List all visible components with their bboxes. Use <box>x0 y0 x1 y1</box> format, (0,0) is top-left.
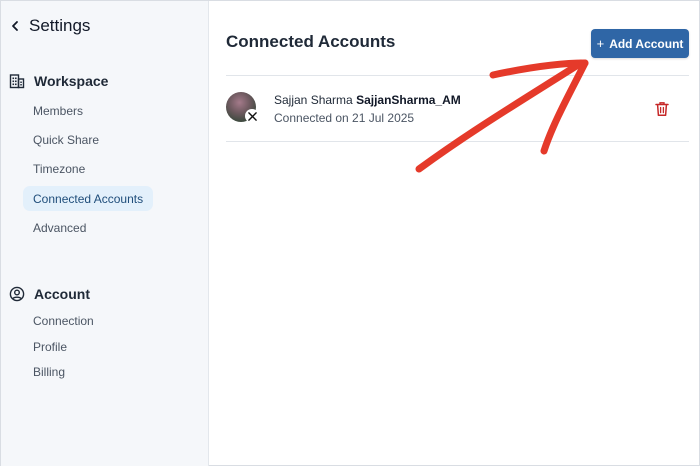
sidebar-item-billing[interactable]: Billing <box>23 359 75 384</box>
page-title: Connected Accounts <box>226 32 396 51</box>
x-logo-icon <box>245 109 259 123</box>
sidebar-item-timezone[interactable]: Timezone <box>23 156 95 181</box>
account-handle: SajjanSharma_AM <box>356 93 461 107</box>
account-name: Sajjan Sharma <box>274 93 353 107</box>
account-name-line: Sajjan Sharma SajjanSharma_AM <box>274 93 461 107</box>
sidebar-item-quick-share[interactable]: Quick Share <box>23 127 109 152</box>
main-panel: Connected Accounts + Add Account Sajjan … <box>209 1 700 466</box>
sidebar-title: Settings <box>29 16 91 35</box>
trash-icon[interactable] <box>655 101 669 117</box>
header-divider <box>226 75 689 76</box>
section-label-account: Account <box>34 286 90 302</box>
chevron-left-icon[interactable] <box>11 19 21 33</box>
sidebar-item-members[interactable]: Members <box>23 98 93 123</box>
section-label-workspace: Workspace <box>34 73 109 89</box>
sidebar-header: Settings <box>11 14 90 38</box>
section-workspace: Workspace <box>9 73 108 89</box>
account-connected-date: Connected on 21 Jul 2025 <box>274 111 415 125</box>
sidebar-item-connected-accounts[interactable]: Connected Accounts <box>23 186 154 211</box>
plus-icon: + <box>596 36 605 51</box>
add-account-label: Add Account <box>609 36 684 51</box>
account-row: Sajjan Sharma SajjanSharma_AM Connected … <box>226 77 689 141</box>
sidebar-item-advanced[interactable]: Advanced <box>23 215 96 240</box>
row-divider <box>226 141 689 142</box>
sidebar: Settings Workspace Members Quick Share T… <box>1 1 209 466</box>
building-icon <box>9 73 25 89</box>
sidebar-item-connection[interactable]: Connection <box>23 308 104 333</box>
section-account: Account <box>9 286 90 302</box>
app-frame: Settings Workspace Members Quick Share T… <box>0 0 700 466</box>
sidebar-item-profile[interactable]: Profile <box>23 334 77 359</box>
add-account-button[interactable]: + Add Account <box>591 29 689 58</box>
user-circle-icon <box>9 286 25 302</box>
